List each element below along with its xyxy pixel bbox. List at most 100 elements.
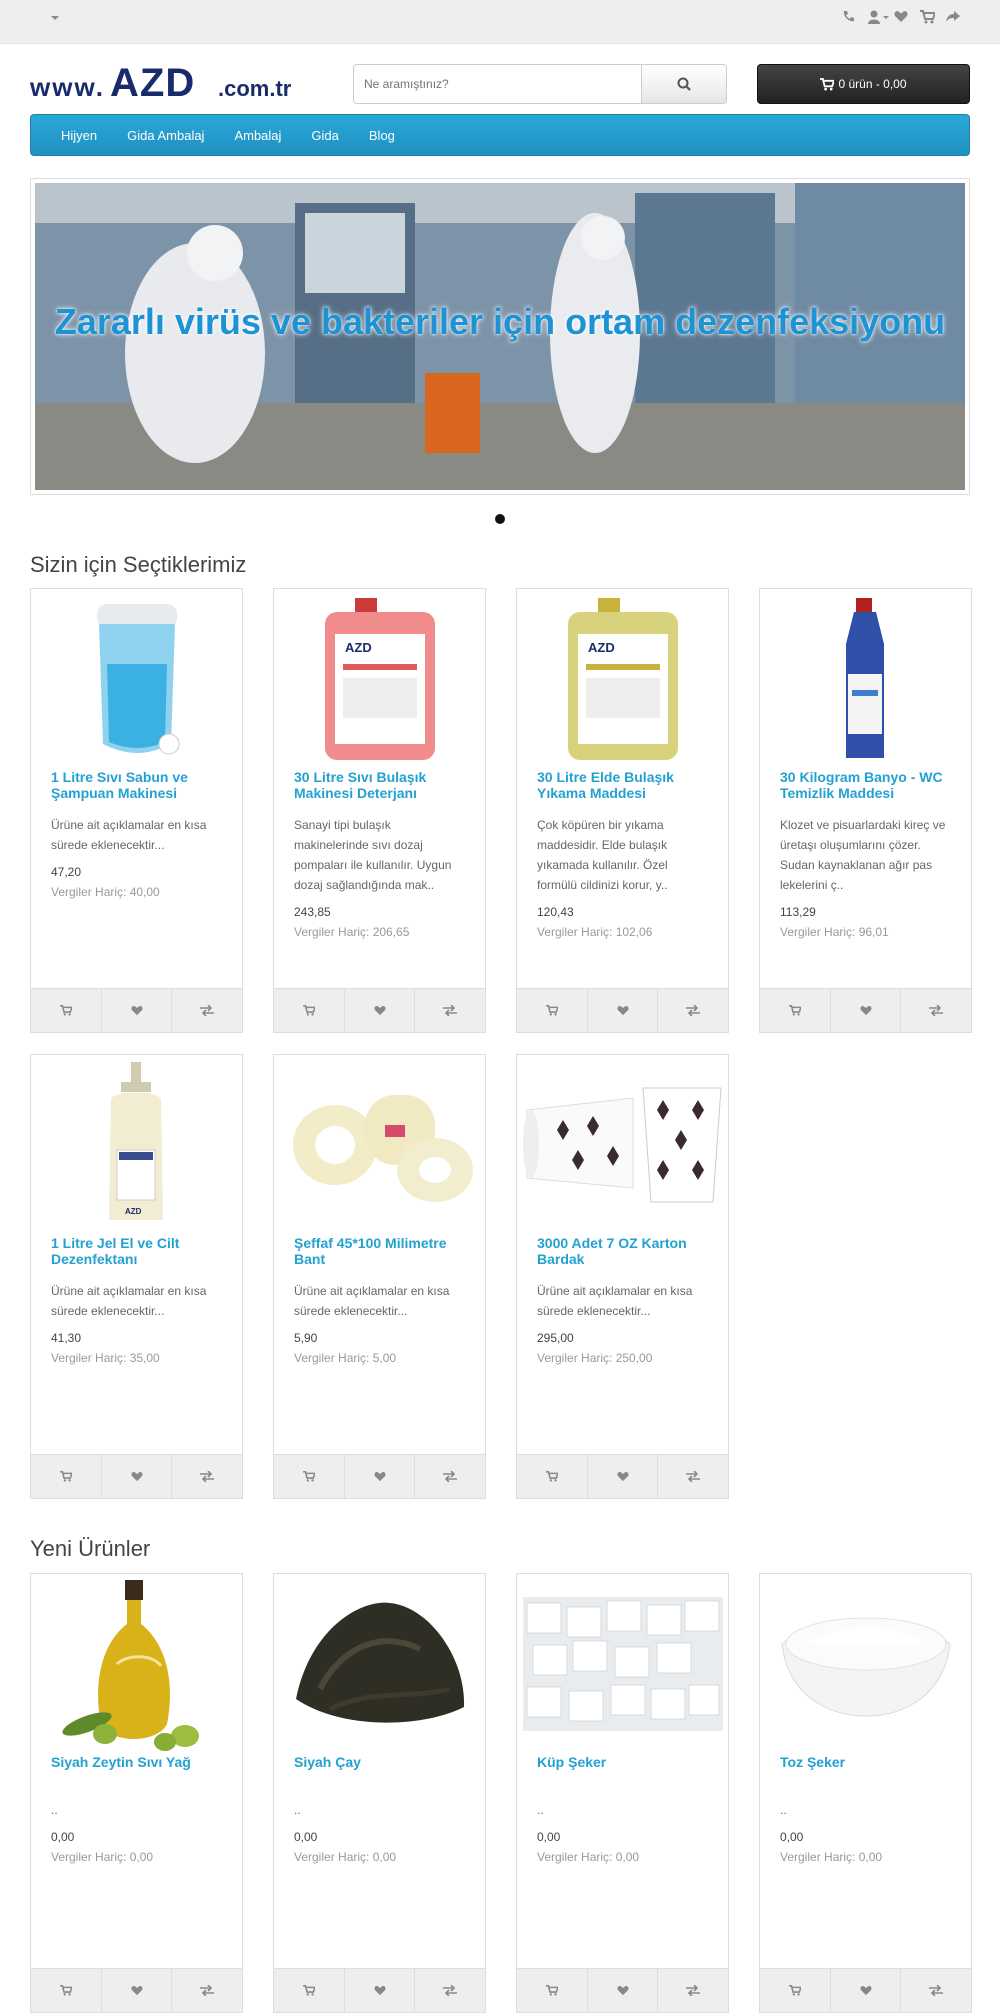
compare-button[interactable] <box>415 1969 486 2012</box>
add-to-wishlist-button[interactable] <box>101 1455 173 1498</box>
product-actions <box>274 1454 486 1498</box>
menu-item-gida-ambalaj[interactable]: Gida Ambalaj <box>112 128 219 143</box>
product-actions <box>31 1454 243 1498</box>
compare-button[interactable] <box>658 1455 729 1498</box>
product-price-tax: Vergiler Hariç: 0,00 <box>537 1850 640 1864</box>
compare-button[interactable] <box>172 1455 243 1498</box>
product-image[interactable]: AZD <box>31 1055 242 1235</box>
add-to-wishlist-button[interactable] <box>830 1969 902 2012</box>
add-to-cart-button[interactable] <box>517 989 588 1032</box>
user-icon[interactable] <box>868 10 889 26</box>
site-logo[interactable]: www. AZD .com.tr <box>29 60 326 105</box>
add-to-cart-button[interactable] <box>760 989 831 1032</box>
compare-button[interactable] <box>415 1455 486 1498</box>
product-name[interactable]: 1 Litre Sıvı Sabun ve Şampuan Makinesi <box>51 769 222 805</box>
product-card: AZD 1 Litre Jel El ve Cilt Dezenfektanı … <box>30 1054 243 1499</box>
add-to-cart-button[interactable] <box>31 989 102 1032</box>
add-to-wishlist-button[interactable] <box>587 989 659 1032</box>
add-to-cart-button[interactable] <box>760 1969 831 2012</box>
menu-item-blog[interactable]: Blog <box>354 128 410 143</box>
product-image[interactable]: AZD <box>274 589 485 769</box>
product-actions <box>760 1968 972 2012</box>
tape-rolls-image <box>292 1095 473 1202</box>
add-to-wishlist-button[interactable] <box>344 1455 416 1498</box>
product-image[interactable] <box>274 1574 485 1754</box>
search-button[interactable] <box>642 64 727 104</box>
product-image[interactable] <box>31 589 242 769</box>
cart-icon <box>820 77 835 91</box>
product-image[interactable] <box>760 589 971 769</box>
slideshow-banner[interactable]: Zararlı virüs ve bakteriler için ortam d… <box>30 178 970 495</box>
compare-button[interactable] <box>658 989 729 1032</box>
cart-label: 0 ürün - 0,00 <box>838 77 907 91</box>
search-input[interactable] <box>353 64 642 104</box>
product-price-tax: Vergiler Hariç: 0,00 <box>780 1850 883 1864</box>
product-name[interactable]: 30 Litre Elde Bulaşık Yıkama Maddesi <box>537 769 708 805</box>
compare-icon <box>443 1471 458 1482</box>
product-name[interactable]: Küp Şeker <box>537 1754 708 1790</box>
compare-button[interactable] <box>415 989 486 1032</box>
product-name[interactable]: 1 Litre Jel El ve Cilt Dezenfektanı <box>51 1235 222 1271</box>
svg-text:AZD: AZD <box>345 640 372 655</box>
add-to-cart-button[interactable] <box>517 1969 588 2012</box>
add-to-wishlist-button[interactable] <box>344 1969 416 2012</box>
add-to-cart-button[interactable] <box>274 1455 345 1498</box>
heart-icon[interactable] <box>894 10 908 26</box>
add-to-wishlist-button[interactable] <box>830 989 902 1032</box>
add-to-cart-button[interactable] <box>31 1969 102 2012</box>
cart-icon <box>302 1005 315 1016</box>
cart-icon <box>302 1471 315 1482</box>
share-icon[interactable] <box>946 10 960 26</box>
product-image[interactable] <box>31 1574 242 1754</box>
product-card: Toz Şeker .. 0,00 Vergiler Hariç: 0,00 <box>759 1573 972 2013</box>
product-name[interactable]: Siyah Zeytin Sıvı Yağ <box>51 1754 222 1790</box>
product-image[interactable] <box>274 1055 485 1235</box>
product-name[interactable]: 30 Kilogram Banyo - WC Temizlik Maddesi <box>780 769 951 805</box>
add-to-cart-button[interactable] <box>274 989 345 1032</box>
product-image[interactable]: AZD <box>517 589 728 769</box>
product-description: .. <box>780 1803 787 1817</box>
compare-button[interactable] <box>901 1969 972 2012</box>
product-image[interactable] <box>517 1574 728 1754</box>
product-name[interactable]: Toz Şeker <box>780 1754 951 1790</box>
compare-button[interactable] <box>172 1969 243 2012</box>
product-price: 243,85 <box>294 905 331 919</box>
menu-item-ambalaj[interactable]: Ambalaj <box>219 128 296 143</box>
slide-indicator-dot[interactable] <box>495 514 505 524</box>
menu-item-hijyen[interactable]: Hijyen <box>46 128 112 143</box>
compare-icon <box>686 1005 701 1016</box>
cube-sugar-image <box>522 1597 723 1731</box>
product-description: Ürüne ait açıklamalar en kısa sürede ekl… <box>51 1284 207 1318</box>
product-name[interactable]: Siyah Çay <box>294 1754 465 1790</box>
gel-disinfectant-bottle-image: AZD <box>108 1062 163 1220</box>
compare-button[interactable] <box>172 989 243 1032</box>
add-to-wishlist-button[interactable] <box>587 1455 659 1498</box>
add-to-cart-button[interactable] <box>517 1455 588 1498</box>
dishwash-canister-image: AZD <box>567 598 678 760</box>
product-price-tax: Vergiler Hariç: 0,00 <box>51 1850 154 1864</box>
compare-button[interactable] <box>658 1969 729 2012</box>
currency-dropdown[interactable] <box>50 14 60 25</box>
compare-button[interactable] <box>901 989 972 1032</box>
product-name[interactable]: Şeffaf 45*100 Milimetre Bant <box>294 1235 465 1271</box>
add-to-cart-button[interactable] <box>31 1455 102 1498</box>
add-to-cart-button[interactable] <box>274 1969 345 2012</box>
product-price: 0,00 <box>294 1830 318 1844</box>
cart-button[interactable]: 0 ürün - 0,00 <box>757 64 970 104</box>
heart-icon <box>616 1471 629 1482</box>
paper-cups-image <box>522 1087 722 1203</box>
product-image[interactable] <box>517 1055 728 1235</box>
product-image[interactable] <box>760 1574 971 1754</box>
product-name[interactable]: 3000 Adet 7 OZ Karton Bardak <box>537 1235 708 1271</box>
cart-icon[interactable] <box>920 10 937 26</box>
menu-item-gida[interactable]: Gida <box>296 128 353 143</box>
product-card: Şeffaf 45*100 Milimetre Bant Ürüne ait a… <box>273 1054 486 1499</box>
product-name[interactable]: 30 Litre Sıvı Bulaşık Makinesi Deterjanı <box>294 769 465 805</box>
add-to-wishlist-button[interactable] <box>101 1969 173 2012</box>
phone-icon[interactable] <box>842 10 856 26</box>
wc-cleaner-bottle-image <box>845 598 884 758</box>
product-price-tax: Vergiler Hariç: 250,00 <box>537 1351 653 1365</box>
add-to-wishlist-button[interactable] <box>101 989 173 1032</box>
add-to-wishlist-button[interactable] <box>344 989 416 1032</box>
add-to-wishlist-button[interactable] <box>587 1969 659 2012</box>
